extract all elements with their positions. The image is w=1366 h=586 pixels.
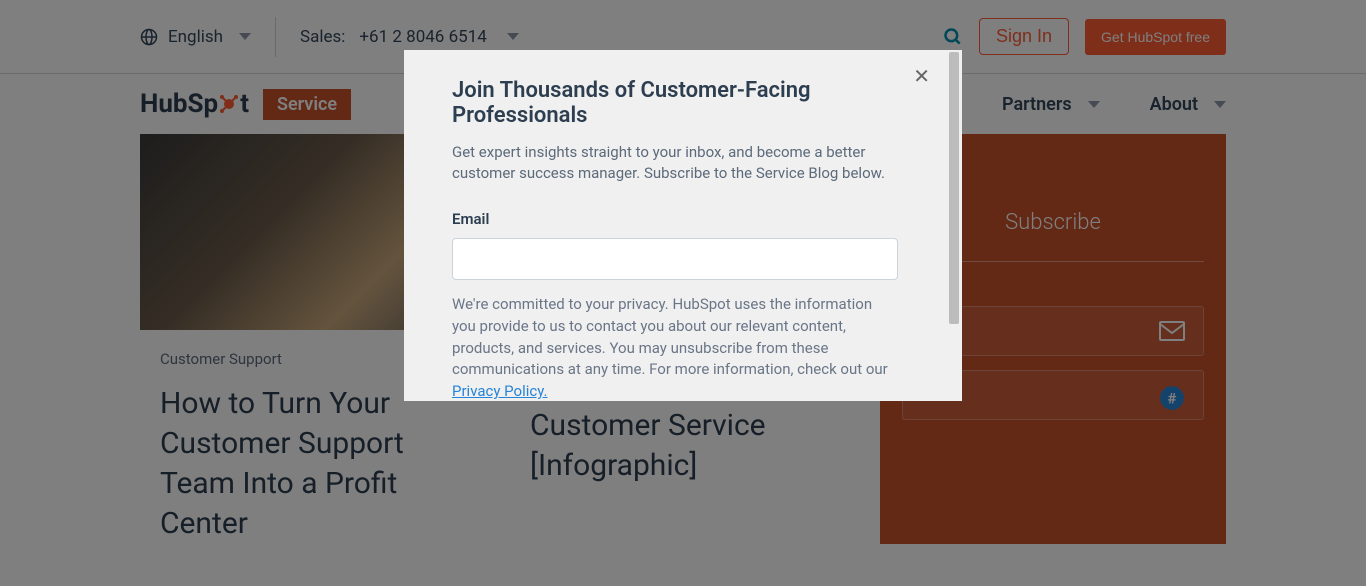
modal-overlay[interactable]: ✕ Join Thousands of Customer-Facing Prof…	[0, 0, 1366, 586]
scrollbar-thumb[interactable]	[949, 52, 959, 324]
email-label: Email	[452, 210, 898, 228]
modal-title: Join Thousands of Customer-Facing Profes…	[452, 78, 898, 128]
privacy-text: We're committed to your privacy. HubSpot…	[452, 294, 898, 401]
privacy-policy-link[interactable]: Privacy Policy.	[452, 382, 548, 400]
scrollbar[interactable]	[946, 50, 962, 401]
email-input[interactable]	[452, 238, 898, 280]
modal-body: ✕ Join Thousands of Customer-Facing Prof…	[404, 50, 946, 401]
close-icon[interactable]: ✕	[913, 64, 930, 88]
subscribe-modal: ✕ Join Thousands of Customer-Facing Prof…	[404, 50, 962, 401]
modal-subtitle: Get expert insights straight to your inb…	[452, 142, 898, 184]
privacy-body: We're committed to your privacy. HubSpot…	[452, 295, 888, 378]
